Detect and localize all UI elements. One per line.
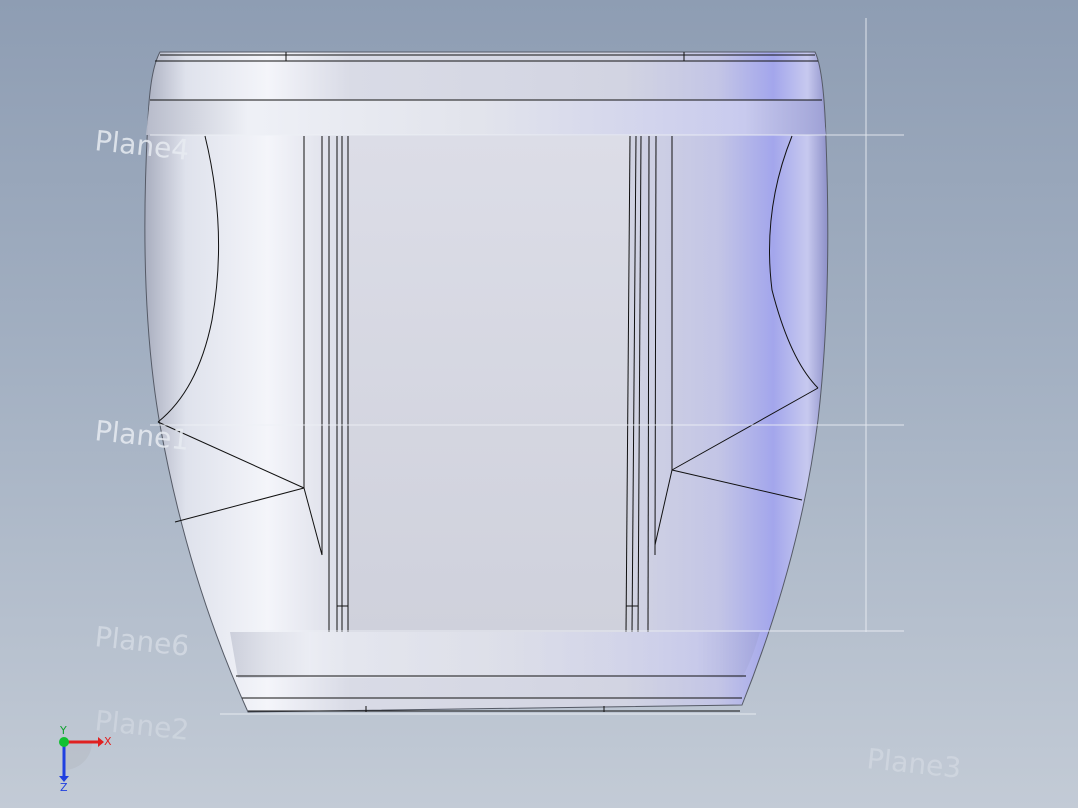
bottom-band[interactable] [230,632,760,678]
y-axis-label: Y [59,724,67,737]
y-axis [59,737,69,747]
plane6-label[interactable]: Plane6 [93,620,191,663]
plane3-label[interactable]: Plane3 [865,742,963,785]
top-band[interactable] [146,100,826,135]
center-face[interactable] [348,136,630,632]
x-axis-label: X [104,735,112,748]
triad-plane [64,742,92,770]
graphics-viewport[interactable]: Plane4 Plane1 Plane6 Plane2 Plane3 X Y Z [0,0,1078,808]
coordinate-triad[interactable]: X Y Z [59,724,112,794]
z-axis-label: Z [60,781,68,794]
